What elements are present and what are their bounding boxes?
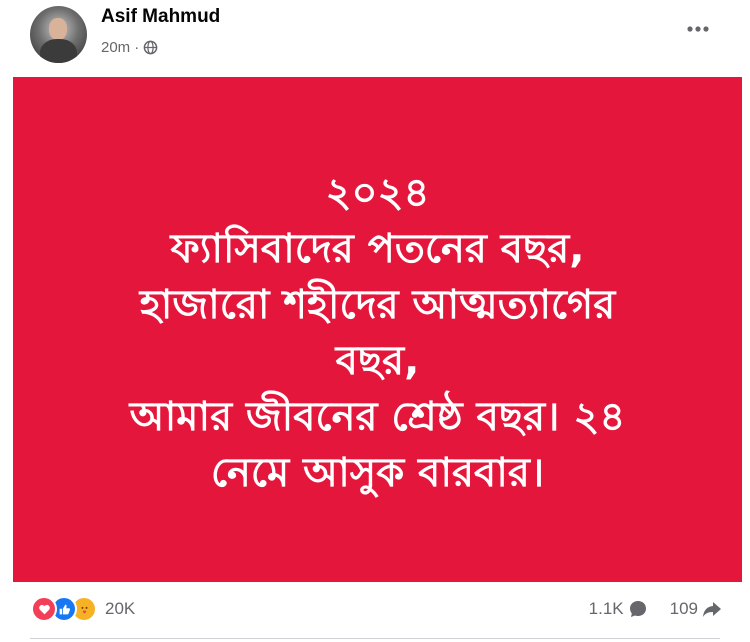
love-icon — [31, 596, 57, 622]
avatar-face — [49, 18, 67, 40]
post-text-line: বছর, — [335, 337, 420, 384]
more-options-button[interactable] — [680, 14, 716, 44]
post-text-line: ফ্যাসিবাদের পতনের বছর, — [170, 225, 585, 272]
share-icon — [703, 602, 721, 617]
avatar-body — [40, 39, 77, 63]
author-avatar[interactable] — [30, 6, 87, 63]
reactions-summary[interactable]: 20K — [31, 595, 135, 623]
meta-separator: · — [134, 38, 140, 56]
post-footer: 20K 1.1K 109 — [0, 582, 750, 642]
post-image[interactable]: ২০২৪ ফ্যাসিবাদের পতনের বছর, হাজারো শহীদে… — [13, 77, 742, 582]
post-meta: 20m · — [101, 37, 158, 57]
author-name[interactable]: Asif Mahmud — [101, 6, 220, 28]
footer-divider — [30, 638, 720, 639]
post-timestamp[interactable]: 20m — [101, 39, 130, 56]
reaction-count: 20K — [105, 599, 136, 618]
comment-icon — [629, 601, 646, 617]
globe-icon[interactable] — [143, 40, 158, 55]
post-text-line: আমার জীবনের শ্রেষ্ঠ বছর। ২৪ — [129, 393, 626, 440]
comments-count-button[interactable]: 1.1K — [589, 599, 648, 619]
post-card: Asif Mahmud 20m · ২০২৪ ফ্যাসিবাদের পতনের… — [0, 0, 750, 642]
post-text-line: ২০২৪ — [325, 169, 430, 216]
share-count: 109 — [669, 599, 698, 618]
post-text-line: নেমে আসুক বারবার। — [210, 449, 545, 496]
comment-count: 1.1K — [588, 599, 624, 618]
post-header: Asif Mahmud 20m · — [0, 0, 750, 76]
post-stats: 1.1K 109 — [589, 595, 722, 623]
post-image-text: ২০২৪ ফ্যাসিবাদের পতনের বছর, হাজারো শহীদে… — [130, 159, 626, 501]
post-text-line: হাজারো শহীদের আত্মত্যাগের — [139, 281, 616, 328]
shares-count-button[interactable]: 109 — [670, 599, 722, 619]
more-options-icon — [687, 26, 709, 32]
